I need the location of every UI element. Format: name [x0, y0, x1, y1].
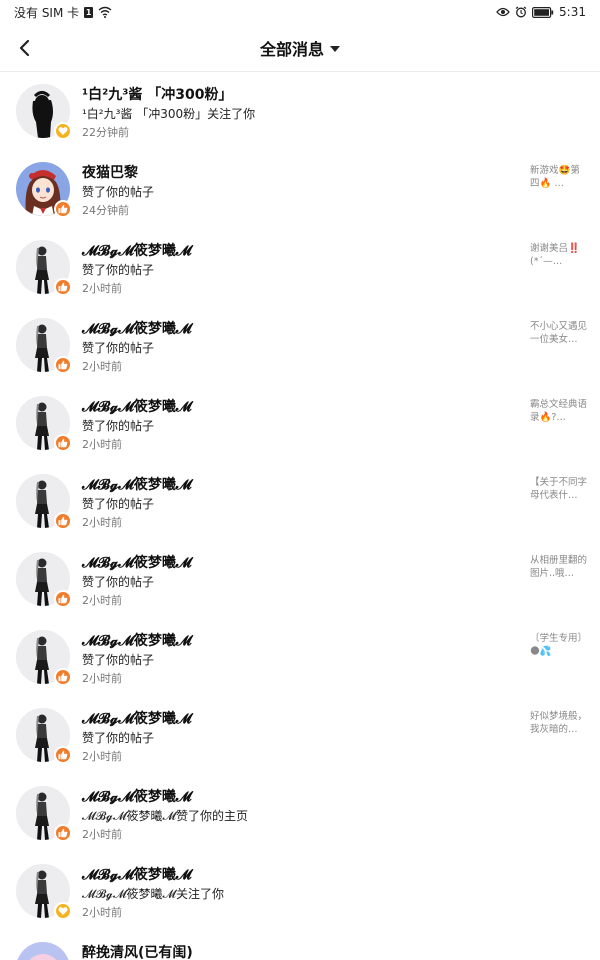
notification-row[interactable]: 夜猫巴黎赞了你的帖子 24分钟前 新游戏🤩第四🔥 … — [0, 150, 600, 228]
wifi-icon — [98, 6, 112, 18]
user-name[interactable]: 𝓜𝓑𝓰𝓜筱梦曦𝓜 — [82, 474, 192, 494]
avatar-wrap — [16, 786, 72, 842]
thumbs-up-icon — [54, 434, 72, 452]
avatar-wrap — [16, 708, 72, 764]
thumbs-up-icon — [54, 200, 72, 218]
notification-action-text: 赞了你的帖子 — [82, 341, 155, 355]
notification-time: 2小时前 — [82, 750, 122, 763]
notification-time: 22分钟前 — [82, 126, 129, 139]
post-preview[interactable]: 从相册里翻的图片..哦… — [530, 554, 588, 580]
status-bar: 没有 SIM 卡 1 5:31 — [0, 0, 600, 24]
post-preview[interactable]: 谢谢美吕‼️(*´—… — [530, 242, 588, 268]
notification-action-text: 赞了你的帖子 — [82, 185, 155, 199]
notification-time: 2小时前 — [82, 594, 122, 607]
avatar-wrap — [16, 162, 72, 218]
avatar-wrap — [16, 474, 72, 530]
post-preview[interactable]: 〔学生专用〕🌑💦 — [530, 632, 588, 658]
post-preview[interactable]: 【关于不同字母代表什… — [530, 476, 588, 502]
notification-time: 2小时前 — [82, 438, 122, 451]
notification-action-text: 赞了你的帖子 — [82, 497, 155, 511]
status-left: 没有 SIM 卡 1 — [14, 4, 112, 21]
notification-time: 2小时前 — [82, 906, 122, 919]
status-right: 5:31 — [496, 5, 586, 19]
notification-row[interactable]: 𝓜𝓑𝓰𝓜筱梦曦𝓜 赞了你的帖子 2小时前 霸总文经典语录🔥?… — [0, 384, 600, 462]
alarm-icon — [515, 6, 527, 18]
post-preview[interactable]: 不小心又遇见一位美女… — [530, 320, 588, 346]
notification-row[interactable]: 𝓜𝓑𝓰𝓜筱梦曦𝓜 赞了你的帖子 2小时前 好似梦境般，我灰暗的… — [0, 696, 600, 774]
thumbs-up-icon — [54, 824, 72, 842]
notification-action-text: 赞了你的帖子 — [82, 263, 155, 277]
notification-row[interactable]: 𝓜𝓑𝓰𝓜筱梦曦𝓜 赞了你的帖子 2小时前 谢谢美吕‼️(*´—… — [0, 228, 600, 306]
battery-icon — [532, 6, 554, 18]
page-title: 全部消息 — [259, 39, 324, 59]
avatar-wrap — [16, 396, 72, 452]
avatar-wrap — [16, 942, 70, 960]
back-arrow-icon — [19, 39, 30, 57]
avatar-wrap — [16, 630, 72, 686]
notification-action-text: 赞了你的帖子 — [82, 653, 155, 667]
thumbs-up-icon — [54, 668, 72, 686]
notification-action-text: 𝓜𝓑𝓰𝓜筱梦曦𝓜赞了你的主页 — [82, 809, 248, 823]
notification-time: 2小时前 — [82, 672, 122, 685]
thumbs-up-icon — [54, 512, 72, 530]
notification-time: 24分钟前 — [82, 204, 129, 217]
notification-time: 2小时前 — [82, 360, 122, 373]
user-name[interactable]: ¹白²九³酱 「冲300粉」 — [82, 84, 233, 104]
notification-row[interactable]: 𝓜𝓑𝓰𝓜筱梦曦𝓜 赞了你的帖子 2小时前 〔学生专用〕🌑💦 — [0, 618, 600, 696]
user-name[interactable]: 𝓜𝓑𝓰𝓜筱梦曦𝓜 — [82, 240, 192, 260]
post-preview[interactable]: 霸总文经典语录🔥?… — [530, 398, 588, 424]
user-name[interactable]: 𝓜𝓑𝓰𝓜筱梦曦𝓜 — [82, 786, 192, 806]
notification-time: 2小时前 — [82, 282, 122, 295]
user-name[interactable]: 夜猫巴黎 — [82, 162, 138, 182]
notification-action-text: 𝓜𝓑𝓰𝓜筱梦曦𝓜关注了你 — [82, 887, 224, 901]
thumbs-up-icon — [54, 746, 72, 764]
user-name[interactable]: 𝓜𝓑𝓰𝓜筱梦曦𝓜 — [82, 318, 192, 338]
avatar-wrap — [16, 552, 72, 608]
notification-time: 2小时前 — [82, 828, 122, 841]
notification-action-text: ¹白²九³酱 「冲300粉」关注了你 — [82, 107, 256, 121]
thumbs-up-icon — [54, 590, 72, 608]
avatar[interactable] — [16, 942, 70, 960]
notification-row[interactable]: 𝓜𝓑𝓰𝓜筱梦曦𝓜 赞了你的帖子 2小时前 从相册里翻的图片..哦… — [0, 540, 600, 618]
caret-down-icon — [330, 45, 340, 52]
follow-heart-icon — [54, 122, 72, 140]
avatar-wrap — [16, 84, 72, 140]
notification-row[interactable]: 𝓜𝓑𝓰𝓜筱梦曦𝓜 赞了你的帖子 2小时前 【关于不同字母代表什… — [0, 462, 600, 540]
eye-icon — [496, 7, 510, 17]
user-name[interactable]: 𝓜𝓑𝓰𝓜筱梦曦𝓜 — [82, 630, 192, 650]
notification-list: ¹白²九³酱 「冲300粉」 ¹白²九³酱 「冲300粉」关注了你 22分钟前夜猫巴… — [0, 72, 600, 960]
sim-badge: 1 — [84, 6, 94, 18]
notification-row[interactable]: 𝓜𝓑𝓰𝓜筱梦曦𝓜 𝓜𝓑𝓰𝓜筱梦曦𝓜关注了你 2小时前 — [0, 852, 600, 930]
avatar-wrap — [16, 240, 72, 296]
app-header: 全部消息 — [0, 24, 600, 72]
user-name[interactable]: 醉挽清风(已有闺) — [82, 942, 193, 960]
back-button[interactable] — [12, 36, 36, 60]
user-name[interactable]: 𝓜𝓑𝓰𝓜筱梦曦𝓜 — [82, 552, 192, 572]
notification-row[interactable]: 醉挽清风(已有闺) — [0, 930, 600, 960]
user-name[interactable]: 𝓜𝓑𝓰𝓜筱梦曦𝓜 — [82, 864, 192, 884]
avatar-wrap — [16, 318, 72, 374]
notification-row[interactable]: 𝓜𝓑𝓰𝓜筱梦曦𝓜 𝓜𝓑𝓰𝓜筱梦曦𝓜赞了你的主页 2小时前 — [0, 774, 600, 852]
avatar-wrap — [16, 864, 72, 920]
user-name[interactable]: 𝓜𝓑𝓰𝓜筱梦曦𝓜 — [82, 708, 192, 728]
message-filter-dropdown[interactable]: 全部消息 — [260, 36, 340, 60]
thumbs-up-icon — [54, 278, 72, 296]
notification-row[interactable]: 𝓜𝓑𝓰𝓜筱梦曦𝓜 赞了你的帖子 2小时前 不小心又遇见一位美女… — [0, 306, 600, 384]
user-name[interactable]: 𝓜𝓑𝓰𝓜筱梦曦𝓜 — [82, 396, 192, 416]
notification-action-text: 赞了你的帖子 — [82, 731, 155, 745]
clock-time: 5:31 — [559, 5, 586, 19]
notification-row[interactable]: ¹白²九³酱 「冲300粉」 ¹白²九³酱 「冲300粉」关注了你 22分钟前 — [0, 72, 600, 150]
notification-time: 2小时前 — [82, 516, 122, 529]
post-preview[interactable]: 新游戏🤩第四🔥 … — [530, 164, 588, 190]
carrier-text: 没有 SIM 卡 — [14, 5, 80, 20]
notification-action-text: 赞了你的帖子 — [82, 575, 155, 589]
follow-heart-icon — [54, 902, 72, 920]
notification-action-text: 赞了你的帖子 — [82, 419, 155, 433]
post-preview[interactable]: 好似梦境般，我灰暗的… — [530, 710, 588, 736]
thumbs-up-icon — [54, 356, 72, 374]
